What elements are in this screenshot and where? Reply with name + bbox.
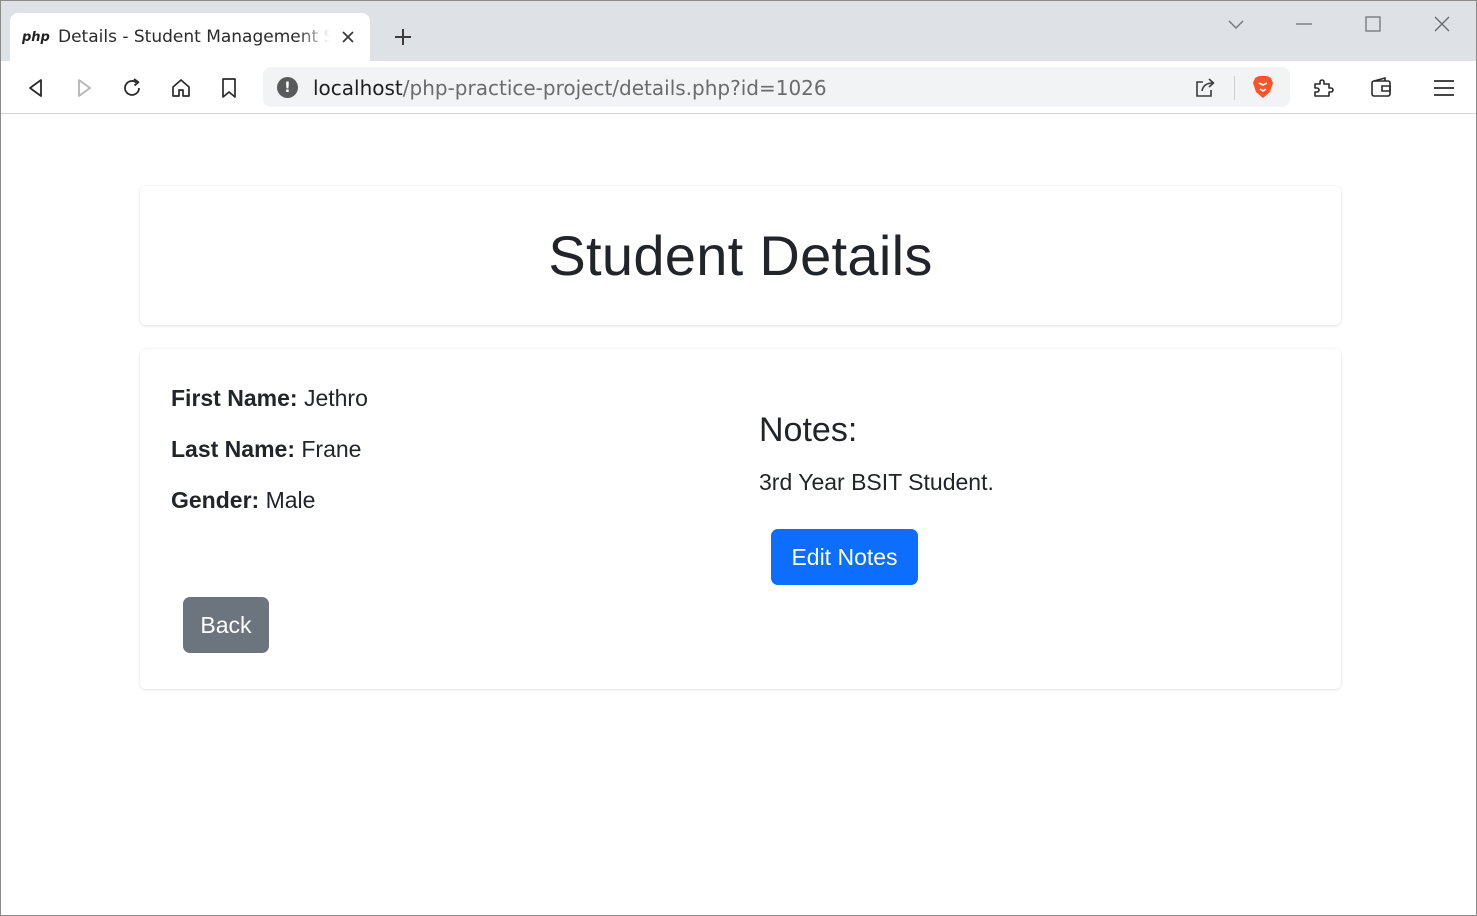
page-viewport: Student Details First Name: Jethro Last … bbox=[1, 115, 1476, 915]
address-bar[interactable]: ! localhost/php-practice-project/details… bbox=[263, 67, 1290, 107]
first-name-value: Jethro bbox=[303, 385, 368, 411]
php-favicon-icon: php bbox=[22, 29, 50, 45]
gender-row: Gender: Male bbox=[171, 487, 315, 514]
tab-close-icon[interactable] bbox=[338, 27, 358, 47]
forward-arrow-icon[interactable] bbox=[69, 73, 99, 103]
tab-title: Details - Student Management System bbox=[58, 27, 330, 47]
browser-toolbar: ! localhost/php-practice-project/details… bbox=[1, 61, 1476, 114]
last-name-row: Last Name: Frane bbox=[171, 436, 361, 463]
notes-heading: Notes: bbox=[759, 411, 858, 449]
notes-text: 3rd Year BSIT Student. bbox=[759, 469, 994, 495]
extensions-puzzle-icon[interactable] bbox=[1308, 73, 1338, 103]
url-path: /php-practice-project/details.php?id=102… bbox=[402, 76, 827, 100]
address-bar-divider bbox=[1234, 76, 1235, 100]
wallet-icon[interactable] bbox=[1366, 73, 1396, 103]
share-icon[interactable] bbox=[1191, 74, 1219, 102]
window-close-icon[interactable] bbox=[1427, 11, 1457, 37]
back-arrow-icon[interactable] bbox=[21, 73, 51, 103]
url-host: localhost bbox=[313, 76, 403, 100]
url-text: localhost/php-practice-project/details.p… bbox=[313, 76, 827, 100]
tab-strip: php Details - Student Management System bbox=[1, 1, 1476, 61]
new-tab-plus-icon[interactable] bbox=[389, 23, 417, 51]
browser-tab-active[interactable]: php Details - Student Management System bbox=[10, 13, 370, 61]
details-card: First Name: Jethro Last Name: Frane Gend… bbox=[140, 349, 1341, 689]
menu-hamburger-icon[interactable] bbox=[1429, 73, 1459, 103]
browser-window: php Details - Student Management System bbox=[0, 0, 1477, 916]
first-name-label: First Name: bbox=[171, 385, 298, 411]
tab-search-chevron-down-icon[interactable] bbox=[1221, 11, 1251, 37]
header-card: Student Details bbox=[140, 186, 1341, 325]
back-button[interactable]: Back bbox=[183, 597, 269, 653]
site-info-icon[interactable]: ! bbox=[277, 77, 298, 98]
last-name-label: Last Name: bbox=[171, 436, 295, 462]
gender-label: Gender: bbox=[171, 487, 260, 513]
last-name-value: Frane bbox=[301, 436, 362, 462]
edit-notes-button[interactable]: Edit Notes bbox=[771, 529, 918, 585]
gender-value: Male bbox=[265, 487, 316, 513]
maximize-icon[interactable] bbox=[1358, 11, 1388, 37]
reload-icon[interactable] bbox=[117, 73, 147, 103]
page-title: Student Details bbox=[548, 224, 933, 287]
home-icon[interactable] bbox=[166, 73, 196, 103]
first-name-row: First Name: Jethro bbox=[171, 385, 368, 412]
bookmark-icon[interactable] bbox=[214, 73, 244, 103]
minimize-icon[interactable] bbox=[1289, 11, 1319, 37]
brave-shields-lion-icon[interactable] bbox=[1249, 73, 1277, 101]
